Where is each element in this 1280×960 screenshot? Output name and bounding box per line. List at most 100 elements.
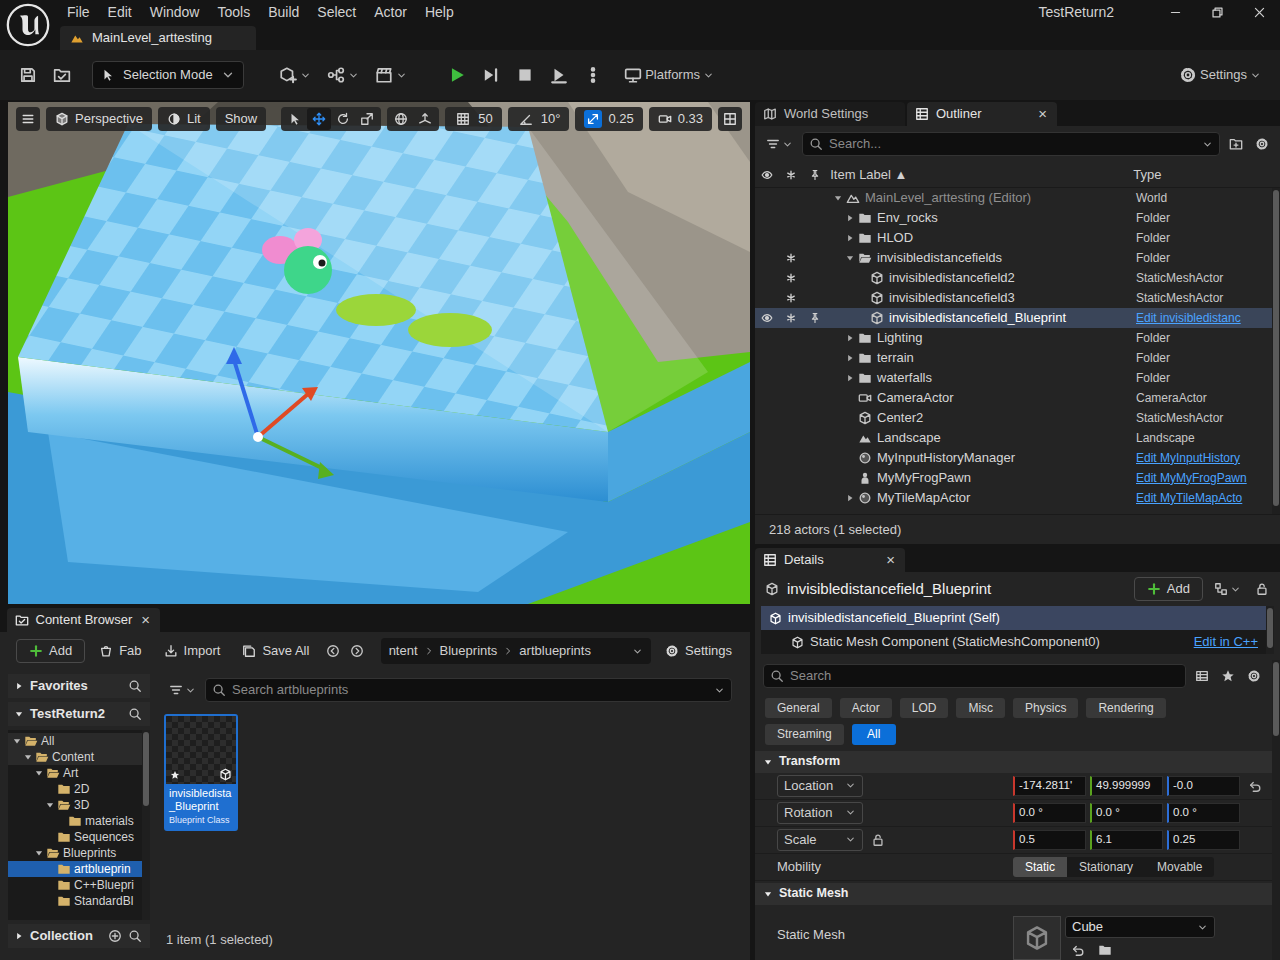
outliner-row[interactable]: MyMyFrogPawnEdit MyMyFrogPawn	[755, 468, 1272, 488]
favorites-header[interactable]: Favorites	[8, 674, 150, 698]
menu-item[interactable]: Help	[416, 4, 463, 21]
category-filter[interactable]: Misc	[956, 698, 1005, 718]
mobility-option[interactable]: Stationary	[1067, 857, 1145, 877]
number-field[interactable]: -0.0	[1167, 776, 1240, 796]
favorites-button[interactable]	[1218, 667, 1238, 685]
viewport-layout-button[interactable]	[718, 107, 742, 131]
collapsed-arrow-icon[interactable]	[845, 233, 855, 243]
grid-snap-toggle[interactable]	[454, 110, 472, 128]
viewport[interactable]: PerspectiveLitShow5010°0.250.33	[8, 102, 750, 604]
outliner-row[interactable]: invisibledistancefield3StaticMeshActor	[755, 288, 1272, 308]
scrollbar[interactable]	[1272, 188, 1280, 514]
level-tab[interactable]: MainLevel_arttesting	[60, 26, 256, 50]
collections-header[interactable]: Collection	[8, 924, 150, 948]
minimize-button[interactable]	[1154, 0, 1196, 24]
maximize-button[interactable]	[1196, 0, 1238, 24]
collapsed-arrow-icon[interactable]	[845, 353, 855, 363]
cinematics-button[interactable]	[370, 62, 412, 88]
collapsed-arrow-icon[interactable]	[845, 493, 855, 503]
forward-button[interactable]	[347, 642, 367, 660]
breadcrumb-item[interactable]: artblueprints	[519, 643, 591, 659]
transform-mode-dropdown[interactable]: Location	[777, 775, 863, 797]
breadcrumb-item[interactable]: ntent	[389, 643, 418, 659]
select-tool-button[interactable]	[283, 108, 307, 130]
component-row[interactable]: invisibledistancefield_Blueprint (Self)	[761, 606, 1266, 630]
visibility-toggle[interactable]	[755, 312, 779, 324]
import-button[interactable]: Import	[156, 640, 229, 662]
show-button[interactable]: Show	[216, 107, 267, 131]
menu-item[interactable]: Select	[308, 4, 365, 21]
rotate-tool-button[interactable]	[331, 108, 355, 130]
visibility-column[interactable]	[755, 169, 779, 181]
expanded-arrow-icon[interactable]	[833, 193, 843, 203]
number-field[interactable]: 0.5	[1013, 830, 1086, 850]
world-space-button[interactable]	[389, 108, 413, 130]
menu-item[interactable]: Actor	[365, 4, 416, 21]
transform-section[interactable]: Transform	[755, 751, 1272, 773]
outliner-row[interactable]: invisibledistancefield2StaticMeshActor	[755, 268, 1272, 288]
collapsed-arrow-icon[interactable]	[845, 213, 855, 223]
category-filter[interactable]: Physics	[1013, 698, 1078, 718]
collapsed-arrow-icon[interactable]	[845, 373, 855, 383]
outliner-row[interactable]: LandscapeLandscape	[755, 428, 1272, 448]
folder-tree-item[interactable]: 3D	[8, 797, 142, 813]
lighting-mode-button[interactable]: Lit	[158, 107, 210, 131]
modified-column[interactable]	[779, 169, 803, 181]
save-button[interactable]	[14, 62, 42, 88]
item-type[interactable]: Edit MyMyFrogPawn	[1132, 471, 1272, 485]
panel-tab[interactable]: Outliner×	[907, 102, 1057, 126]
details-search-input[interactable]	[790, 668, 1179, 684]
number-field[interactable]: 0.0 °	[1090, 803, 1163, 823]
surface-snap-button[interactable]	[413, 108, 437, 130]
category-filter[interactable]: All	[852, 724, 896, 744]
menu-item[interactable]: Tools	[208, 4, 259, 21]
folder-tree-item[interactable]: Art	[8, 765, 142, 781]
asset-search-input[interactable]	[232, 682, 708, 698]
panel-tab[interactable]: World Settings	[755, 102, 905, 126]
breadcrumb-item[interactable]: Blueprints	[440, 643, 498, 659]
filter-button[interactable]	[166, 681, 199, 699]
static-mesh-section[interactable]: Static Mesh	[755, 883, 1272, 905]
new-folder-button[interactable]	[1226, 135, 1246, 153]
settings-button[interactable]: Settings	[657, 640, 740, 662]
scrollbar-thumb[interactable]	[1273, 662, 1279, 736]
mesh-dropdown[interactable]: Cube	[1065, 916, 1215, 938]
scrollbar[interactable]	[142, 730, 150, 920]
stop-button[interactable]	[511, 62, 539, 88]
filter-button[interactable]	[763, 135, 796, 153]
mesh-thumbnail[interactable]	[1013, 916, 1061, 960]
category-filter[interactable]: Rendering	[1086, 698, 1165, 718]
viewport-scene[interactable]	[8, 102, 750, 604]
folder-tree-item[interactable]: StandardBl	[8, 893, 142, 909]
property-matrix-button[interactable]	[1192, 667, 1212, 685]
scrollbar-thumb[interactable]	[1267, 608, 1273, 648]
component-view-button[interactable]	[1211, 580, 1244, 598]
fab-button[interactable]: Fab	[91, 640, 149, 662]
type-column[interactable]: Type	[1130, 167, 1270, 183]
folder-tree-item[interactable]: Content	[8, 749, 142, 765]
category-filter[interactable]: Streaming	[765, 724, 844, 744]
scrollbar-thumb[interactable]	[1273, 190, 1279, 506]
folder-tree-item[interactable]: materials	[8, 813, 142, 829]
close-button[interactable]	[1238, 0, 1280, 24]
add-component-button[interactable]: Add	[1134, 577, 1203, 601]
outliner-row[interactable]: MyInputHistoryManagerEdit MyInputHistory	[755, 448, 1272, 468]
pin-toggle[interactable]	[803, 312, 827, 324]
item-type[interactable]: Edit MyInputHistory	[1132, 451, 1272, 465]
close-tab-button[interactable]: ×	[139, 611, 152, 629]
item-type[interactable]: Edit invisibledistanc	[1132, 311, 1272, 325]
angle-snap-button[interactable]: 10°	[508, 107, 570, 131]
item-type[interactable]: Edit MyTileMapActo	[1132, 491, 1272, 505]
lock-selection-button[interactable]	[1252, 580, 1272, 598]
save-all-button[interactable]: Save All	[234, 640, 317, 662]
outliner-row[interactable]: terrainFolder	[755, 348, 1272, 368]
unreal-logo-icon[interactable]	[6, 3, 50, 47]
menu-item[interactable]: File	[58, 4, 99, 21]
component-row[interactable]: Static Mesh Component (StaticMeshCompone…	[761, 630, 1266, 654]
folder-tree-item[interactable]: C++Bluepri	[8, 877, 142, 893]
eject-button[interactable]	[545, 62, 573, 88]
project-header[interactable]: TestReturn2	[8, 702, 150, 726]
browse-button[interactable]	[1095, 941, 1115, 959]
expanded-arrow-icon[interactable]	[845, 253, 855, 263]
angle-snap-toggle[interactable]	[517, 110, 535, 128]
